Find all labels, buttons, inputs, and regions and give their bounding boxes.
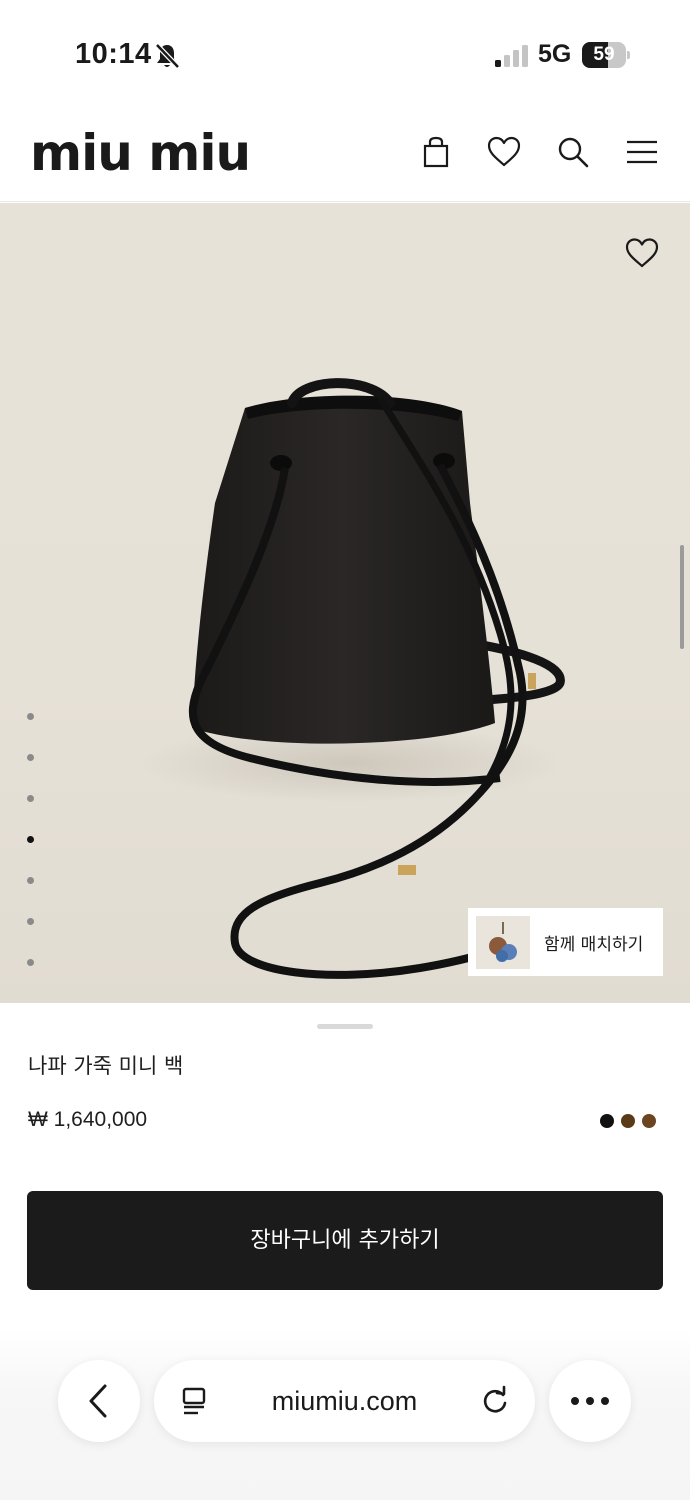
favorite-icon[interactable] (624, 237, 660, 269)
color-swatch[interactable] (642, 1114, 656, 1128)
sheet-handle[interactable] (317, 1024, 373, 1029)
brand-logo[interactable]: miu miu (30, 128, 251, 178)
gallery-dot[interactable] (27, 918, 34, 925)
back-icon (89, 1384, 107, 1418)
gallery-dot[interactable] (27, 877, 34, 884)
color-swatch[interactable] (600, 1114, 614, 1128)
signal-icon (495, 45, 528, 67)
menu-icon[interactable] (624, 134, 660, 170)
product-image (140, 378, 565, 979)
gallery-dot[interactable] (27, 713, 34, 720)
gallery-dot[interactable] (27, 795, 34, 802)
scroll-indicator (680, 545, 684, 649)
product-price: ₩ 1,640,000 (28, 1108, 148, 1131)
match-together-button[interactable]: 함께 매치하기 (468, 908, 663, 976)
shopping-bag-icon[interactable] (418, 134, 454, 170)
battery-icon: 59 (582, 42, 630, 68)
color-swatches[interactable] (600, 1114, 660, 1128)
search-icon[interactable] (555, 134, 591, 170)
gallery-dot[interactable] (27, 959, 34, 966)
heart-icon[interactable] (486, 134, 522, 170)
reload-icon[interactable] (479, 1385, 511, 1417)
network-type: 5G (538, 40, 572, 68)
add-to-cart-button[interactable]: 장바구니에 추가하기 (27, 1191, 663, 1290)
site-header: miu miu (0, 100, 690, 202)
more-icon (571, 1397, 609, 1405)
battery-level: 59 (593, 44, 615, 65)
gallery-dot[interactable] (27, 836, 34, 843)
url-text: miumiu.com (271, 1386, 418, 1416)
product-gallery[interactable]: 함께 매치하기 (0, 203, 690, 1003)
match-label: 함께 매치하기 (544, 935, 644, 955)
match-thumbnail (476, 916, 530, 969)
bell-muted-icon (155, 43, 180, 69)
status-time: 10:14 (75, 38, 152, 70)
gallery-dot[interactable] (27, 754, 34, 761)
status-bar: 10:14 5G 59 (0, 0, 690, 100)
product-name: 나파 가죽 미니 백 (28, 1054, 184, 1078)
address-bar[interactable]: miumiu.com (154, 1360, 535, 1442)
more-button[interactable] (549, 1360, 631, 1442)
color-swatch[interactable] (621, 1114, 635, 1128)
back-button[interactable] (58, 1360, 140, 1442)
